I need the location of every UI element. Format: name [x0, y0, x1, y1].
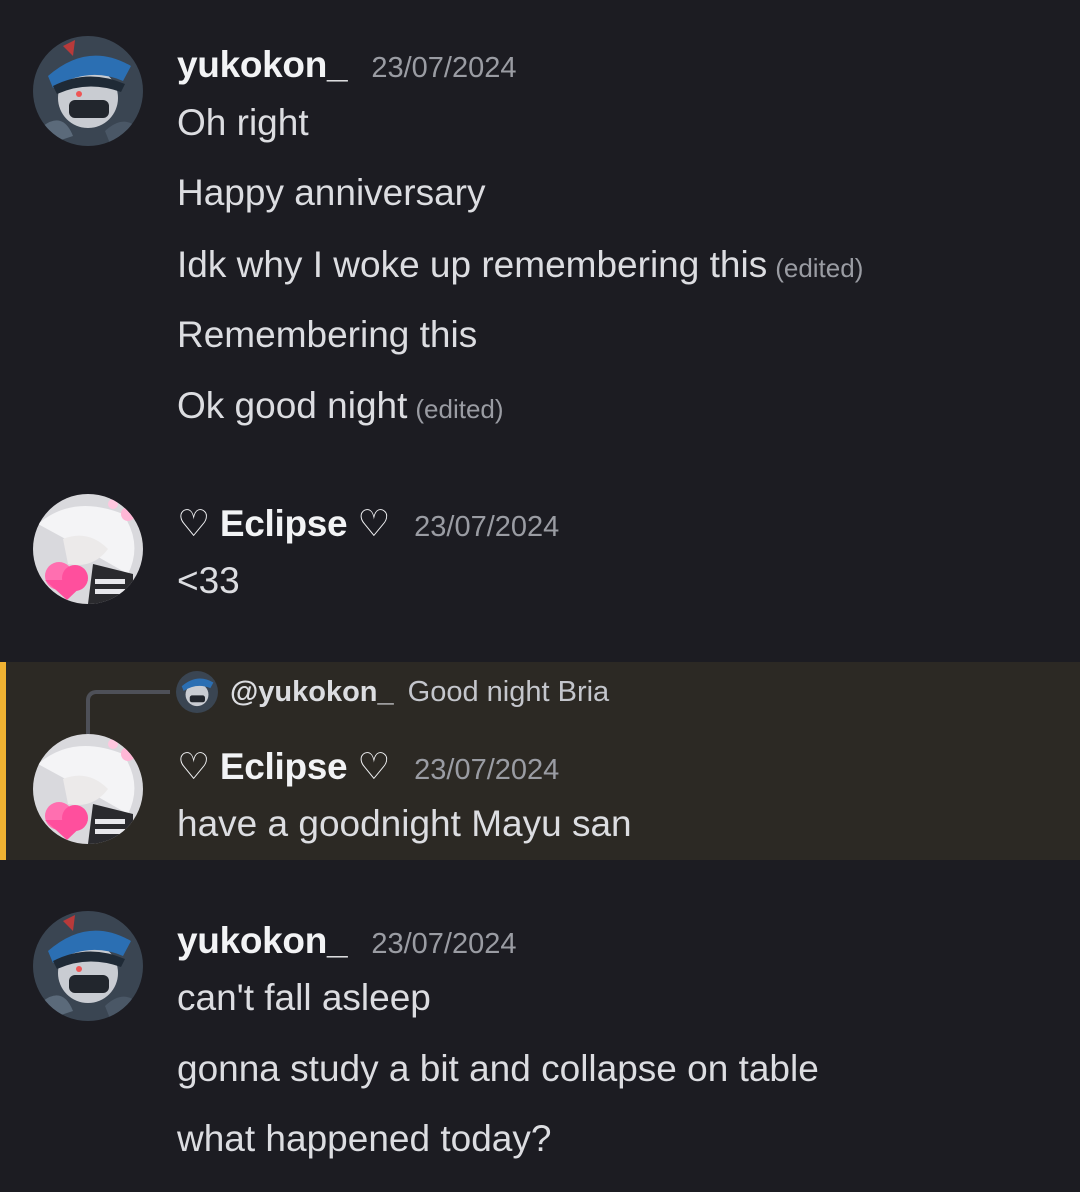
- timestamp: 23/07/2024: [371, 52, 517, 84]
- reply-connector: [86, 690, 170, 734]
- message-line: Remembering this: [177, 314, 478, 355]
- username[interactable]: yukokon_: [177, 920, 348, 962]
- message-line: have a goodnight Mayu san: [177, 803, 632, 844]
- username[interactable]: ♡ Eclipse ♡: [177, 502, 390, 545]
- message-header: ♡ Eclipse ♡ 23/07/2024: [177, 502, 559, 545]
- message-line: what happened today?: [177, 1118, 552, 1159]
- username[interactable]: ♡ Eclipse ♡: [177, 745, 390, 788]
- message-line: Oh right: [177, 102, 309, 143]
- message-text[interactable]: gonna study a bit and collapse on table: [177, 1048, 819, 1090]
- message-text[interactable]: Idk why I woke up remembering this (edite…: [177, 244, 863, 286]
- message-header: ♡ Eclipse ♡ 23/07/2024: [177, 745, 559, 788]
- message-text[interactable]: what happened today?: [177, 1118, 551, 1160]
- message-line: Ok good night: [177, 385, 408, 426]
- message-line: gonna study a bit and collapse on table: [177, 1048, 819, 1089]
- message-text[interactable]: Ok good night (edited): [177, 385, 504, 427]
- message-line: Idk why I woke up remembering this: [177, 244, 768, 285]
- avatar-eclipse-icon[interactable]: [33, 494, 143, 604]
- reply-text: Good night Bria: [407, 675, 610, 708]
- timestamp: 23/07/2024: [414, 511, 560, 543]
- reply-preview[interactable]: @yukokon_ Good night Bria: [176, 671, 610, 713]
- timestamp: 23/07/2024: [371, 928, 517, 960]
- avatar-eclipse-icon[interactable]: [33, 734, 143, 844]
- message-text[interactable]: Remembering this: [177, 314, 477, 356]
- message-text[interactable]: Happy anniversary: [177, 172, 485, 214]
- edited-label: (edited): [415, 394, 504, 424]
- mention-highlight-bar: [0, 662, 6, 860]
- message-line: <33: [177, 560, 240, 601]
- reply-mention[interactable]: @yukokon_: [230, 676, 394, 709]
- message-line: can't fall asleep: [177, 977, 431, 1018]
- message-text[interactable]: have a goodnight Mayu san: [177, 803, 632, 845]
- reply-avatar-icon: [176, 671, 218, 713]
- message-text[interactable]: <33: [177, 560, 240, 602]
- message-header: yukokon_ 23/07/2024: [177, 920, 516, 962]
- edited-label: (edited): [775, 253, 864, 283]
- message-line: Happy anniversary: [177, 172, 486, 213]
- avatar-yukokon-icon[interactable]: [33, 36, 143, 146]
- message-text[interactable]: can't fall asleep: [177, 977, 431, 1019]
- message-header: yukokon_ 23/07/2024: [177, 44, 516, 86]
- message-text[interactable]: Oh right: [177, 102, 309, 144]
- timestamp: 23/07/2024: [414, 754, 560, 786]
- username[interactable]: yukokon_: [177, 44, 348, 86]
- avatar-yukokon-icon[interactable]: [33, 911, 143, 1021]
